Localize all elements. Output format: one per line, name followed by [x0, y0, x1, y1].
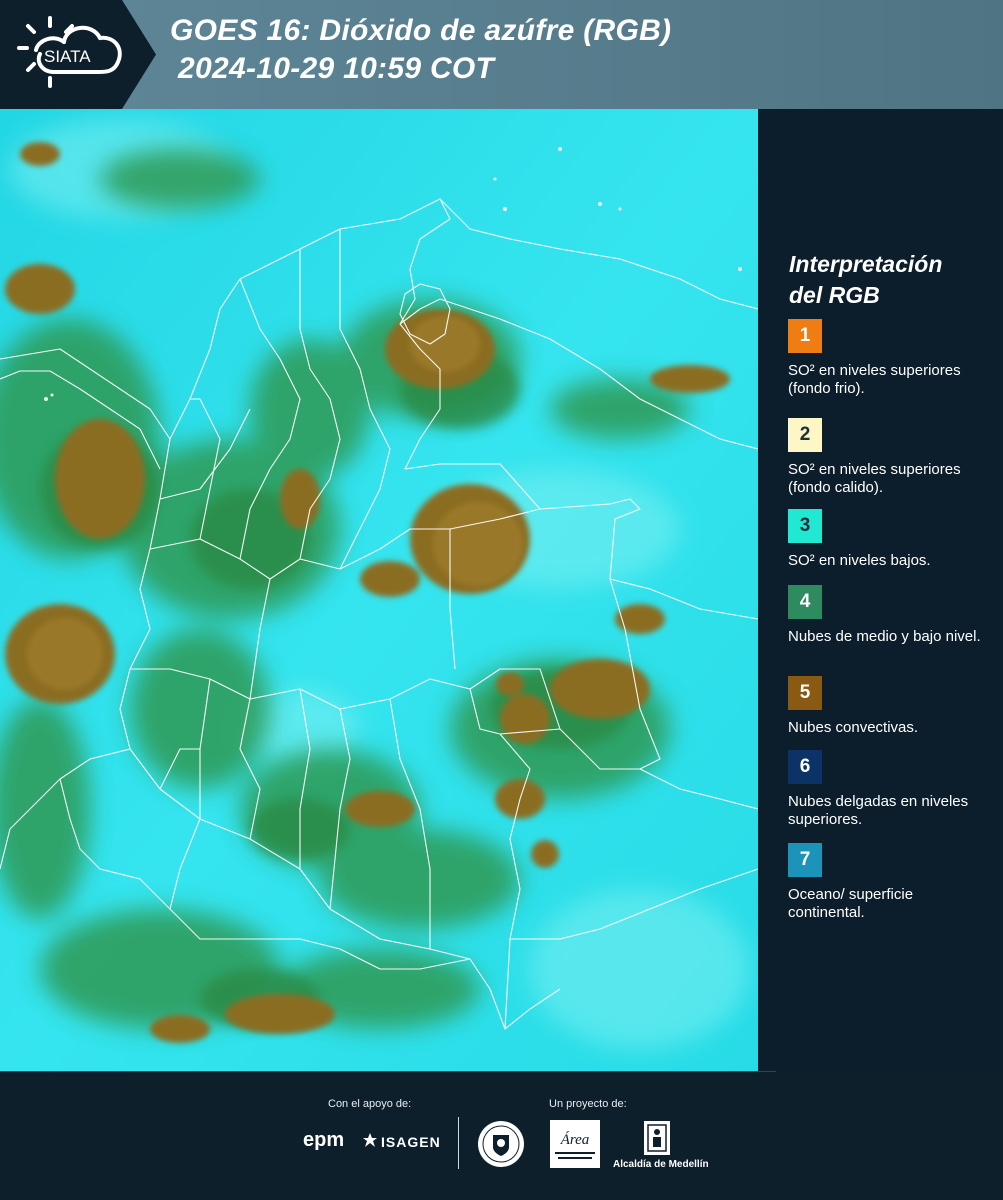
legend-swatch-1: 1	[788, 319, 822, 353]
isagen-icon	[363, 1133, 377, 1147]
legend-swatch-7: 7	[788, 843, 822, 877]
satellite-image	[0, 109, 758, 1071]
legend-item-6: 6 Nubes delgadas en niveles superiores.	[788, 750, 988, 829]
area-metropolitana-logo: Área	[550, 1120, 600, 1168]
project-label: Un proyecto de:	[549, 1098, 627, 1110]
legend-text-6: Nubes delgadas en niveles superiores.	[788, 793, 969, 828]
legend-swatch-3: 3	[788, 509, 822, 543]
legend-text-1: SO² en niveles superiores (fondo frio).	[788, 362, 961, 397]
legend-panel: Interpretación del RGB 1 SO² en niveles …	[758, 109, 1003, 1071]
legend-swatch-2: 2	[788, 418, 822, 452]
legend-text-5: Nubes convectivas.	[788, 719, 919, 736]
legend-text-7: Oceano/ superficie continental.	[788, 886, 914, 921]
legend-text-4: Nubes de medio y bajo nivel.	[788, 628, 981, 645]
logo-text: SIATA	[44, 47, 91, 66]
page-timestamp: 2024-10-29 10:59 COT	[178, 52, 495, 85]
footer-divider-line	[0, 1071, 776, 1072]
legend-swatch-4: 4	[788, 585, 822, 619]
legend-swatch-6: 6	[788, 750, 822, 784]
siata-logo: SIATA	[17, 16, 122, 88]
metropolitana-text: Área	[560, 1131, 590, 1148]
alcaldia-emblem-icon	[644, 1121, 670, 1155]
legend-text-3: SO² en niveles bajos.	[788, 552, 931, 569]
alcaldia-label: Alcaldía de Medellín	[613, 1159, 709, 1170]
legend-title-line2: del RGB	[789, 282, 880, 308]
legend-item-3: 3 SO² en niveles bajos.	[788, 509, 988, 570]
legend-swatch-5: 5	[788, 676, 822, 710]
support-label: Con el apoyo de:	[328, 1098, 412, 1110]
legend-text-2: SO² en niveles superiores (fondo calido)…	[788, 461, 961, 496]
footer-separator	[458, 1117, 459, 1169]
legend-item-5: 5 Nubes convectivas.	[788, 676, 988, 737]
legend-title: Interpretación del RGB	[789, 249, 989, 311]
footer: Con el apoyo de: Un proyecto de: epm ISA…	[0, 1071, 1003, 1200]
page-title: GOES 16: Dióxido de azúfre (RGB)	[170, 14, 672, 47]
medellin-seal-icon	[478, 1121, 524, 1167]
satellite-map	[0, 109, 758, 1071]
legend-item-1: 1 SO² en niveles superiores (fondo frio)…	[788, 319, 988, 398]
legend-item-4: 4 Nubes de medio y bajo nivel.	[788, 585, 988, 646]
legend-item-2: 2 SO² en niveles superiores (fondo calid…	[788, 418, 988, 497]
header: SIATA GOES 16: Dióxido de azúfre (RGB) 2…	[0, 0, 1003, 109]
legend-item-7: 7 Oceano/ superficie continental.	[788, 843, 988, 922]
isagen-logo: ISAGEN	[381, 1134, 441, 1150]
legend-title-line1: Interpretación	[789, 251, 943, 277]
epm-logo: epm	[303, 1129, 345, 1151]
